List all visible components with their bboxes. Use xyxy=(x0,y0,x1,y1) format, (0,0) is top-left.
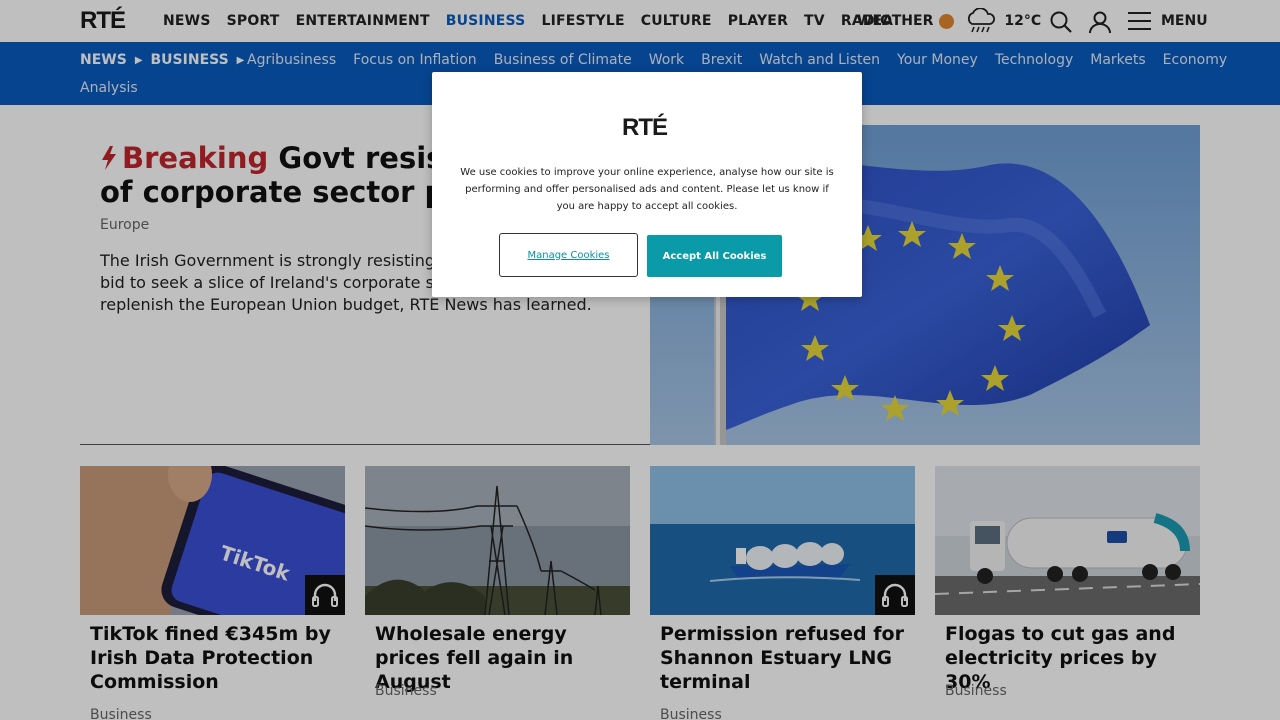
cookie-message: We use cookies to improve your online ex… xyxy=(460,167,834,212)
accept-all-cookies-button[interactable]: Accept All Cookies xyxy=(647,235,782,277)
manage-cookies-button[interactable]: Manage Cookies xyxy=(499,233,638,277)
cookie-consent-dialog: RTÉ We use cookies to improve your onlin… xyxy=(432,72,862,297)
modal-rte-logo: RTÉ xyxy=(622,114,668,141)
